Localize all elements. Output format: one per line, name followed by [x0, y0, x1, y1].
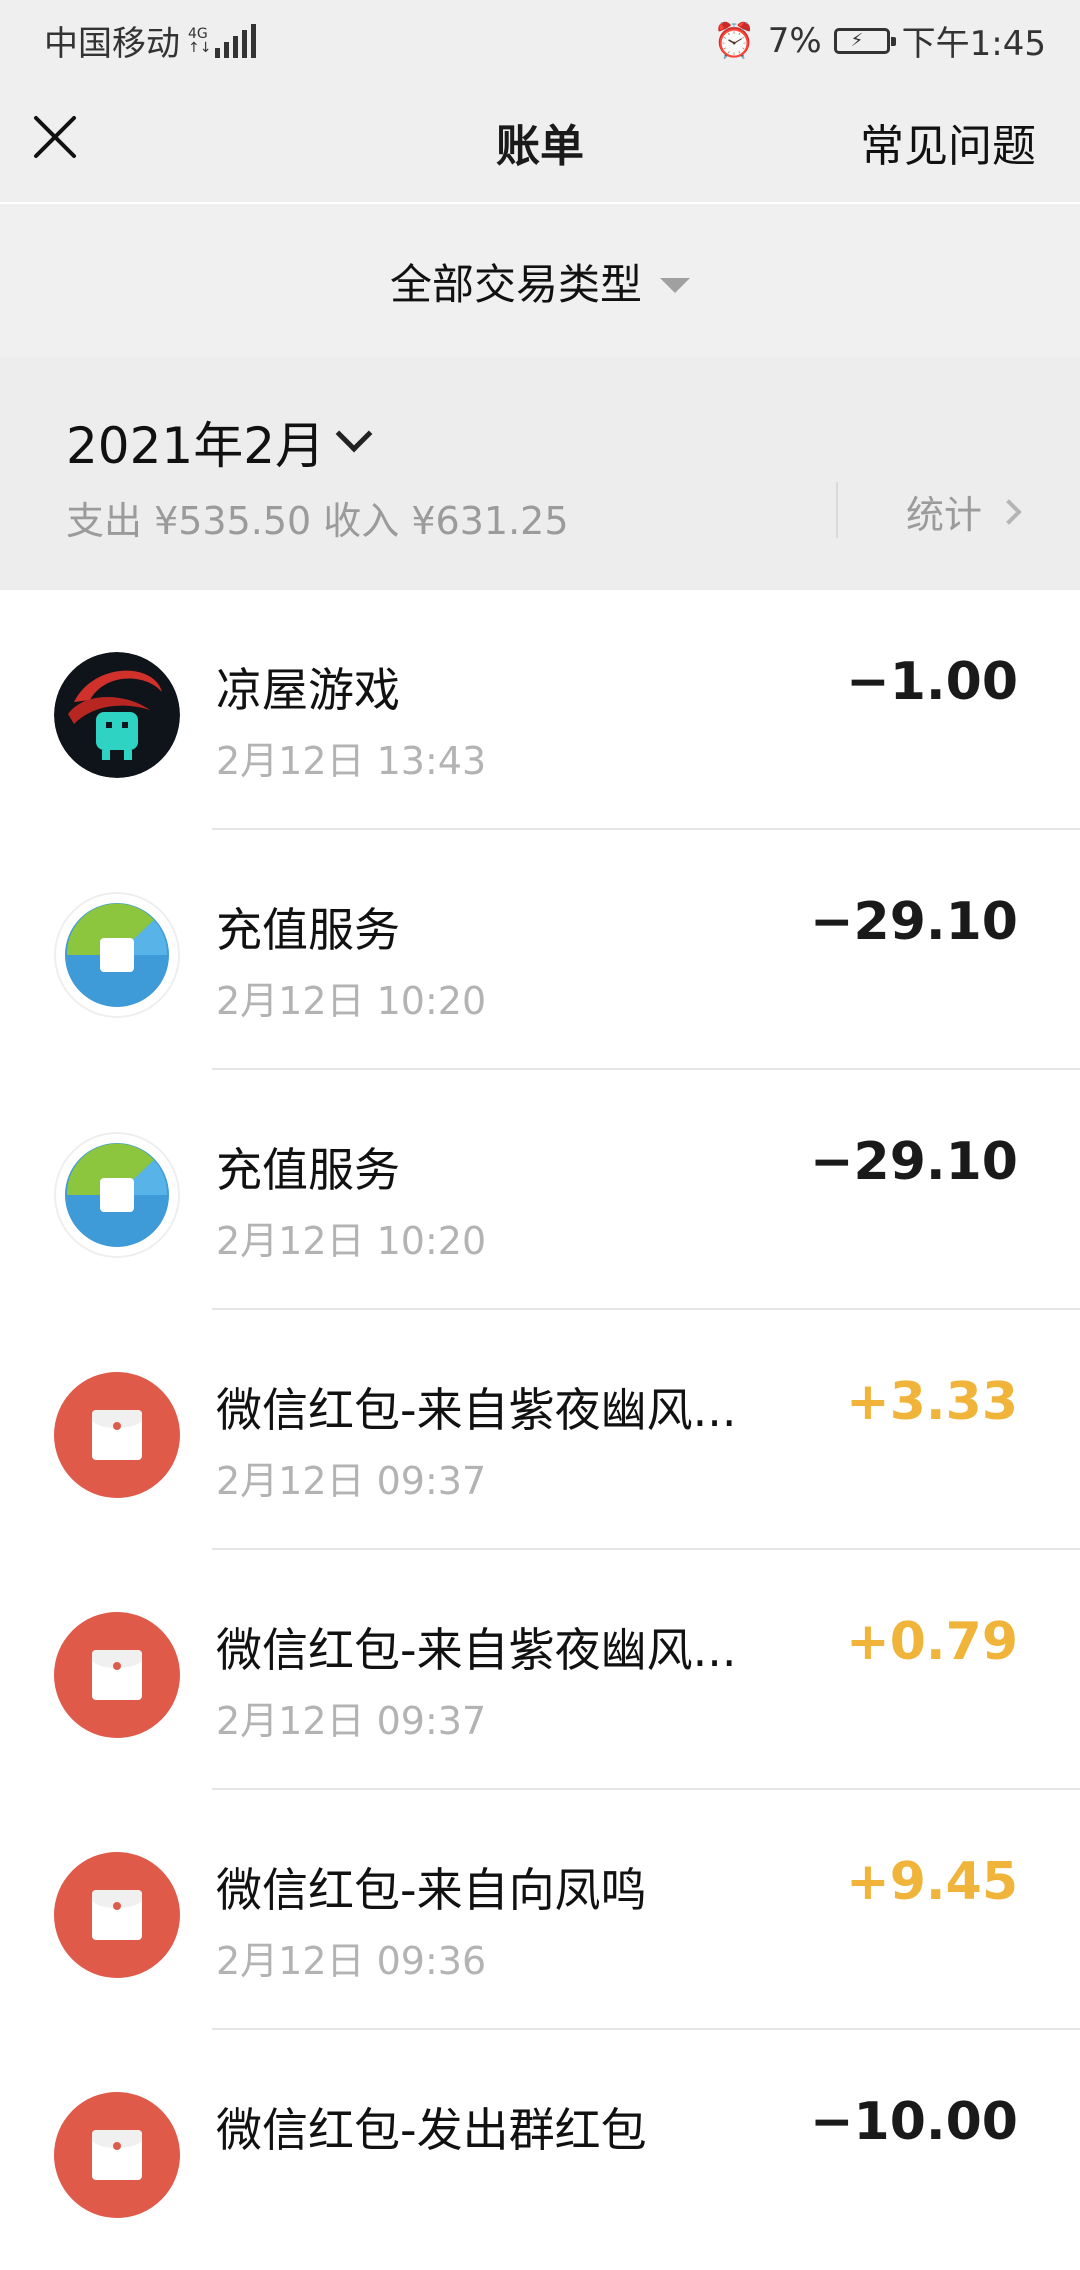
transaction-amount: +3.33 [846, 1372, 1018, 1432]
divider [836, 482, 838, 538]
transaction-type-filter[interactable]: 全部交易类型 [0, 204, 1080, 358]
recharge-icon [54, 892, 180, 1018]
signal-icon [215, 23, 257, 58]
transaction-time: 2月12日 10:20 [216, 1219, 487, 1263]
transaction-amount: −29.10 [809, 892, 1018, 952]
transaction-time: 2月12日 10:20 [216, 979, 487, 1023]
clock-label: 下午1:45 [901, 24, 1046, 64]
status-bar: 中国移动 4G ↑↓ ⏰ 7% ⚡ 下午1:45 [0, 0, 1080, 72]
game-avatar-icon [54, 652, 180, 778]
transaction-time: 2月12日 09:37 [216, 1699, 487, 1743]
stats-button[interactable]: 统计 [906, 484, 1022, 539]
transaction-name: 凉屋游戏 [216, 663, 400, 717]
chevron-right-icon [996, 498, 1022, 525]
transaction-amount: −29.10 [809, 1132, 1018, 1192]
transaction-row[interactable]: 微信红包-发出群红包 −10.00 [0, 2030, 1080, 2270]
chevron-down-icon [335, 415, 373, 453]
transaction-name: 微信红包-来自紫夜幽风... [216, 1383, 737, 1437]
red-envelope-icon [54, 1852, 180, 1978]
transaction-amount: −10.00 [809, 2092, 1018, 2152]
transaction-row[interactable]: 充值服务 2月12日 10:20 −29.10 [0, 1070, 1080, 1310]
month-selector[interactable]: 2021年2月 [66, 406, 373, 478]
red-envelope-icon [54, 1612, 180, 1738]
transaction-name: 微信红包-来自紫夜幽风... [216, 1623, 737, 1677]
transaction-row[interactable]: 微信红包-来自向凤鸣 2月12日 09:36 +9.45 [0, 1790, 1080, 2030]
recharge-icon [54, 1132, 180, 1258]
filter-label: 全部交易类型 [389, 259, 642, 309]
red-envelope-icon [54, 2092, 180, 2218]
transaction-amount: −1.00 [846, 652, 1018, 712]
transaction-name: 充值服务 [216, 903, 400, 957]
transaction-list: 凉屋游戏 2月12日 13:43 −1.00 充值服务 2月12日 10:20 … [0, 590, 1080, 2270]
battery-percent: 7% [767, 20, 822, 61]
faq-link[interactable]: 常见问题 [860, 110, 1036, 174]
transaction-time: 2月12日 09:36 [216, 1939, 487, 1983]
transaction-amount: +0.79 [846, 1612, 1018, 1672]
transaction-row[interactable]: 充值服务 2月12日 10:20 −29.10 [0, 830, 1080, 1070]
transaction-time: 2月12日 09:37 [216, 1459, 487, 1503]
red-envelope-icon [54, 1372, 180, 1498]
month-summary: 2021年2月 支出 ¥535.50 收入 ¥631.25 统计 [0, 358, 1080, 590]
caret-down-icon [660, 277, 690, 293]
nav-bar: 账单 常见问题 [0, 72, 1080, 202]
transaction-name: 充值服务 [216, 1143, 400, 1197]
transaction-name: 微信红包-发出群红包 [216, 2103, 647, 2157]
transaction-row[interactable]: 微信红包-来自紫夜幽风... 2月12日 09:37 +3.33 [0, 1310, 1080, 1550]
battery-icon: ⚡ [833, 27, 896, 54]
transaction-amount: +9.45 [846, 1852, 1018, 1912]
alarm-icon: ⏰ [713, 20, 756, 61]
carrier-label: 中国移动 [44, 24, 180, 64]
month-label: 2021年2月 [66, 417, 326, 475]
transaction-name: 微信红包-来自向凤鸣 [216, 1863, 647, 1917]
transaction-time: 2月12日 13:43 [216, 739, 487, 783]
network-type: 4G ↑↓ [188, 25, 212, 56]
transaction-row[interactable]: 微信红包-来自紫夜幽风... 2月12日 09:37 +0.79 [0, 1550, 1080, 1790]
income-expense-summary: 支出 ¥535.50 收入 ¥631.25 [66, 499, 569, 543]
transaction-row[interactable]: 凉屋游戏 2月12日 13:43 −1.00 [0, 590, 1080, 830]
stats-label: 统计 [906, 493, 983, 537]
